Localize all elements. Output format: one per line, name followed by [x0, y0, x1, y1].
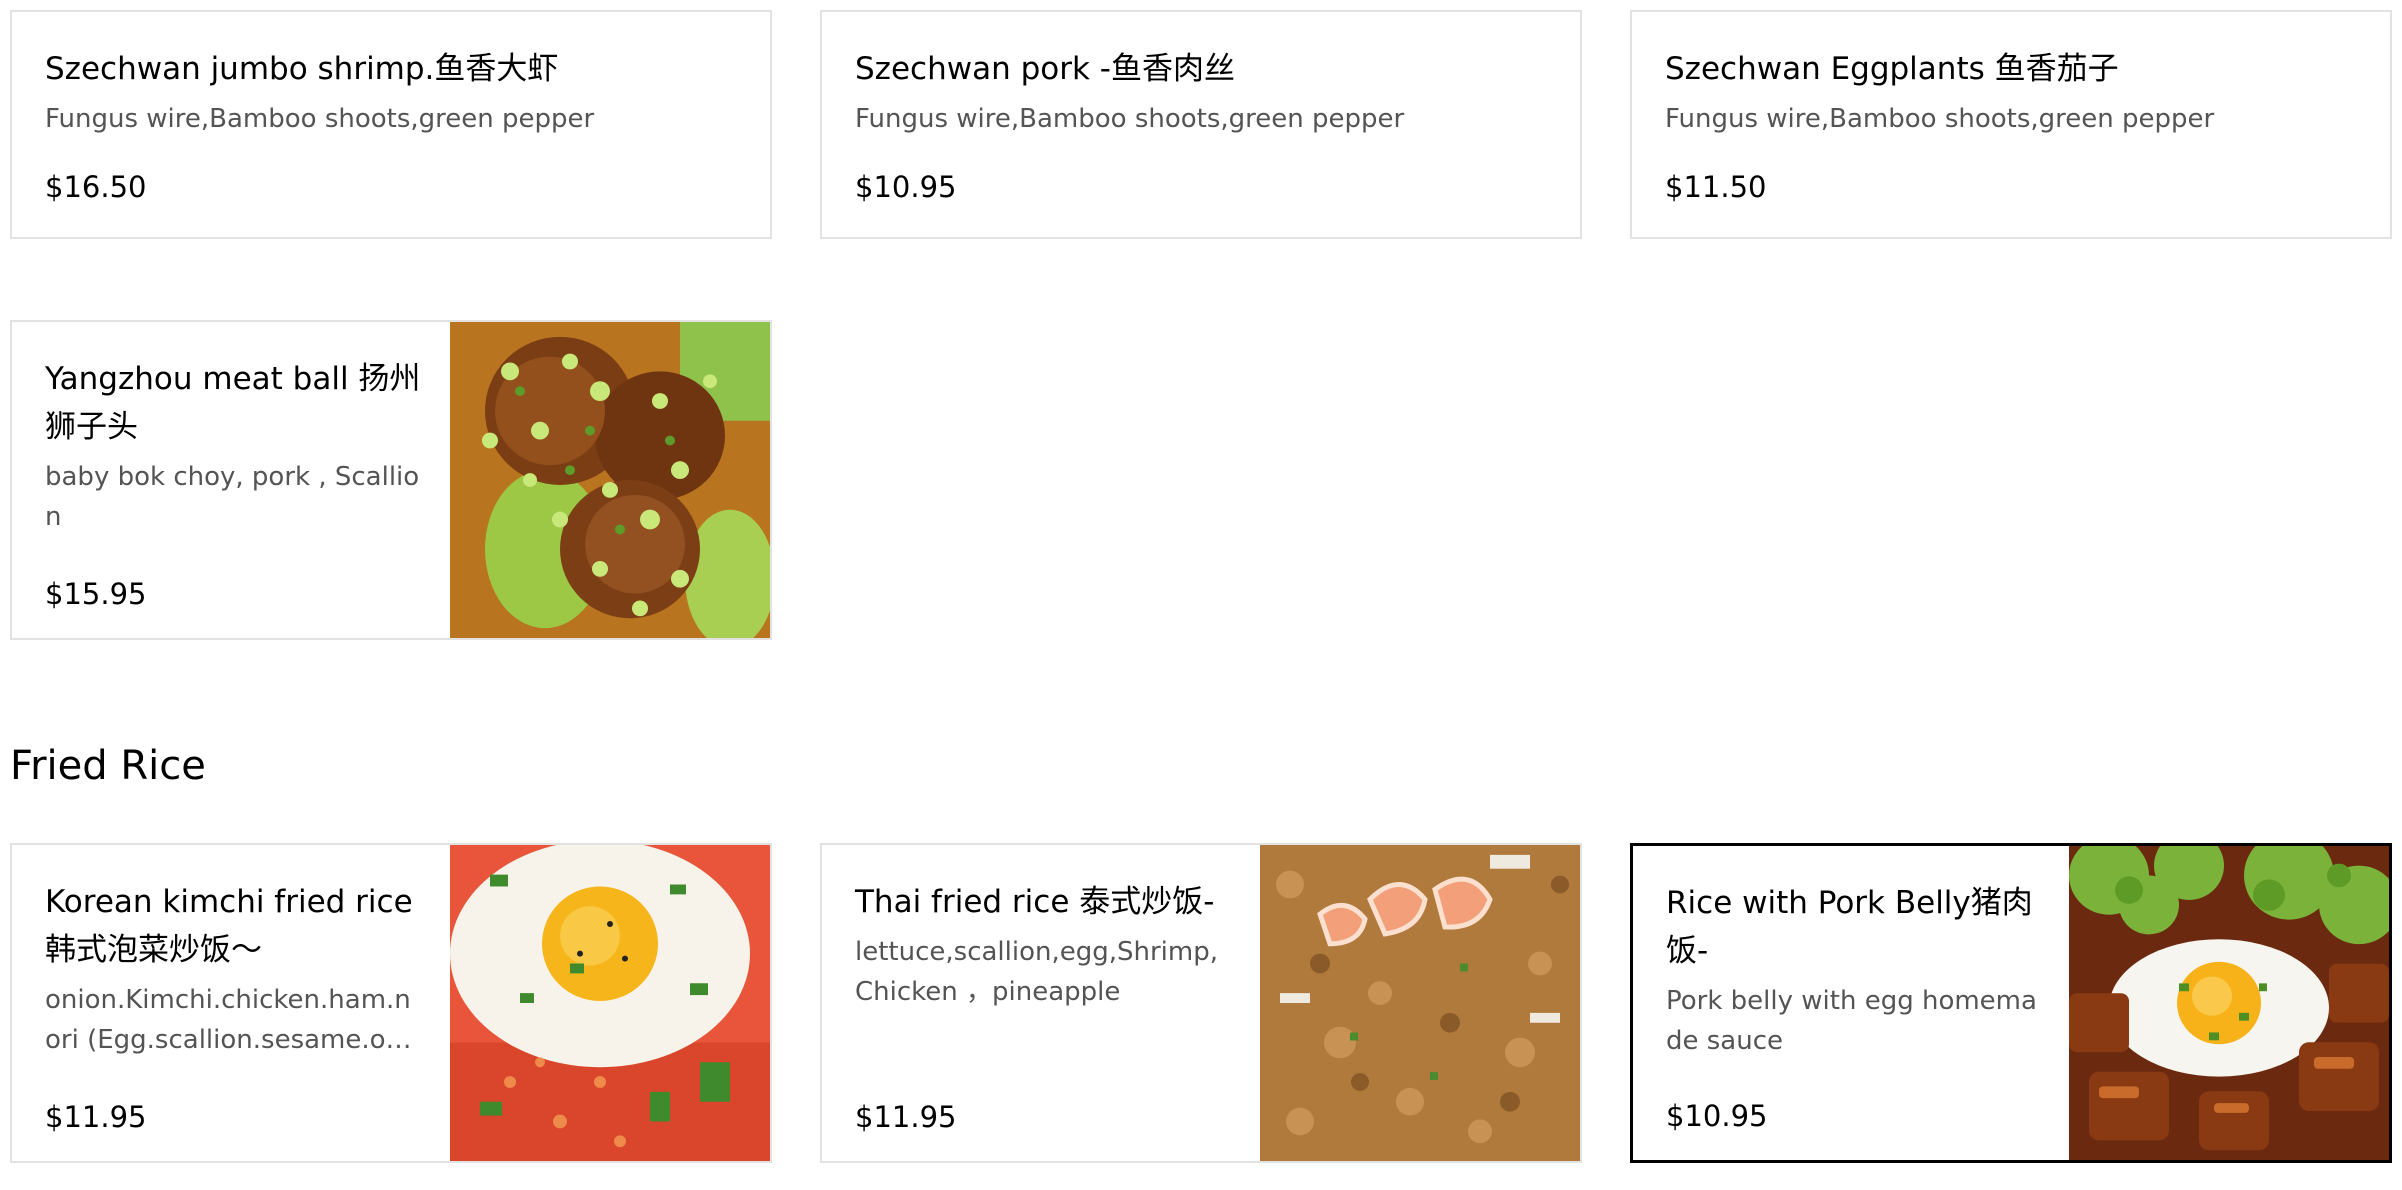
menu-item-price: $16.50 [45, 170, 147, 204]
menu-item-szechwan-pork[interactable]: Szechwan pork -鱼香肉丝 Fungus wire,Bamboo s… [820, 10, 1582, 239]
menu-item-title: Yangzhou meat ball 扬州狮子头 [45, 361, 421, 445]
menu-item-price: $11.95 [855, 1100, 957, 1134]
meatball-photo [450, 322, 770, 638]
menu-item-price: $10.95 [855, 170, 957, 204]
menu-item-title: Szechwan jumbo shrimp.鱼香大虾 [45, 51, 559, 87]
pork-belly-rice-photo [2069, 846, 2389, 1160]
menu-item-text: Szechwan Eggplants 鱼香茄子 Fungus wire,Bamb… [1665, 45, 2357, 213]
menu-item-title: Rice with Pork Belly猪肉饭- [1666, 885, 2033, 969]
menu-item-yangzhou-meat-ball[interactable]: Yangzhou meat ball 扬州狮子头 baby bok choy, … [10, 320, 772, 640]
menu-item-description: onion.Kimchi.chicken.ham.nori (Egg.scall… [45, 985, 411, 1055]
menu-item-text: Rice with Pork Belly猪肉饭- Pork belly with… [1666, 879, 2042, 1136]
menu-item-szechwan-eggplants[interactable]: Szechwan Eggplants 鱼香茄子 Fungus wire,Bamb… [1630, 10, 2392, 239]
menu-item-description: Fungus wire,Bamboo shoots,green pepper [855, 104, 1405, 134]
kimchi-fried-rice-photo [450, 845, 770, 1161]
menu-item-text: Yangzhou meat ball 扬州狮子头 baby bok choy, … [45, 355, 423, 614]
menu-item-text: Thai fried rice 泰式炒饭- lettuce,scallion,e… [855, 878, 1233, 1137]
menu-item-price: $10.95 [1666, 1099, 1768, 1133]
menu-item-description: Fungus wire,Bamboo shoots,green pepper [45, 104, 595, 134]
menu-item-text: Szechwan pork -鱼香肉丝 Fungus wire,Bamboo s… [855, 45, 1547, 213]
menu-item-rice-with-pork-belly[interactable]: Rice with Pork Belly猪肉饭- Pork belly with… [1630, 843, 2392, 1163]
menu-item-price: $11.50 [1665, 170, 1767, 204]
section-title-fried-rice: Fried Rice [10, 743, 206, 789]
menu-item-description: lettuce,scallion,egg,Shrimp,Chicken ，pin… [855, 937, 1218, 1007]
menu-item-title: Szechwan pork -鱼香肉丝 [855, 51, 1235, 87]
menu-item-title: Korean kimchi fried rice 韩式泡菜炒饭～ [45, 884, 413, 968]
menu-item-price: $11.95 [45, 1100, 147, 1134]
menu-item-description: Fungus wire,Bamboo shoots,green pepper [1665, 104, 2215, 134]
thai-fried-rice-photo [1260, 845, 1580, 1161]
menu-item-text: Szechwan jumbo shrimp.鱼香大虾 Fungus wire,B… [45, 45, 737, 213]
menu-item-thai-fried-rice[interactable]: Thai fried rice 泰式炒饭- lettuce,scallion,e… [820, 843, 1582, 1163]
menu-item-description: baby bok choy, pork , Scallion [45, 462, 420, 532]
menu-item-title: Szechwan Eggplants 鱼香茄子 [1665, 51, 2119, 87]
menu-item-price: $15.95 [45, 577, 147, 611]
menu-item-szechwan-jumbo-shrimp[interactable]: Szechwan jumbo shrimp.鱼香大虾 Fungus wire,B… [10, 10, 772, 239]
menu-item-korean-kimchi-fried-rice[interactable]: Korean kimchi fried rice 韩式泡菜炒饭～ onion.K… [10, 843, 772, 1163]
menu-item-title: Thai fried rice 泰式炒饭- [855, 884, 1215, 920]
menu-item-description: Pork belly with egg homemade sauce [1666, 986, 2037, 1056]
menu-item-text: Korean kimchi fried rice 韩式泡菜炒饭～ onion.K… [45, 878, 423, 1137]
